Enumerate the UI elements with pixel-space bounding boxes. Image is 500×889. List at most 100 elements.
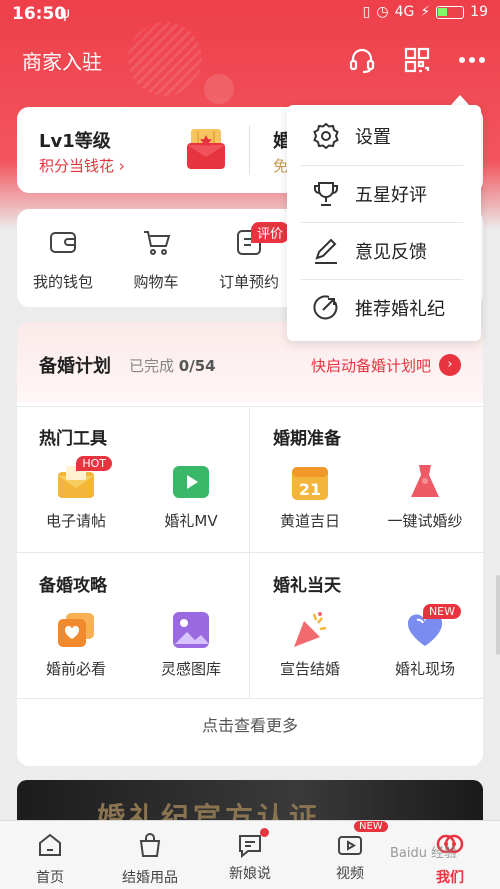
tab-video[interactable]: NEW 视频 xyxy=(310,821,390,883)
charging-icon: ⚡ xyxy=(420,4,431,20)
status-icons: ▯ ◷ 4G ⚡ 19 xyxy=(363,4,488,20)
tab-bride-talk[interactable]: 新娘说 xyxy=(210,828,290,883)
quick-cart[interactable]: 购物车 xyxy=(111,227,201,292)
wallet-icon xyxy=(50,232,76,253)
network-label: 4G xyxy=(394,4,415,20)
quick-label: 购物车 xyxy=(133,273,179,291)
home-icon xyxy=(39,833,61,856)
plan-progress-value: 0/54 xyxy=(178,357,216,375)
quick-label: 订单预约 xyxy=(218,273,279,291)
menu-item-recommend[interactable]: 推荐婚礼纪 xyxy=(287,279,481,337)
section-title: 婚期准备 xyxy=(273,429,341,449)
alarm-icon: ◷ xyxy=(376,4,389,20)
grid-divider xyxy=(17,406,483,407)
tool-label: 宣告结婚 xyxy=(279,660,340,678)
plan-cta[interactable]: 快启动备婚计划吧 › xyxy=(311,354,461,376)
bag-icon xyxy=(139,833,161,857)
chat-icon xyxy=(236,828,269,859)
tab-label: 新娘说 xyxy=(229,866,271,882)
tab-wedding-goods[interactable]: 结婚用品 xyxy=(110,831,190,887)
quick-label: 我的钱包 xyxy=(32,273,93,291)
qr-scan-icon[interactable] xyxy=(401,44,433,76)
menu-item-settings[interactable]: 设置 xyxy=(287,107,481,165)
merchant-join-link[interactable]: 商家入驻 xyxy=(22,46,102,75)
heart-icon: NEW xyxy=(405,604,461,650)
scroll-indicator xyxy=(496,575,500,655)
party-icon xyxy=(290,610,330,650)
gear-icon xyxy=(313,122,339,150)
tool-announce[interactable]: 宣告结婚 xyxy=(255,610,365,679)
share-icon xyxy=(313,295,338,320)
level-title: Lv1等级 xyxy=(39,131,111,152)
status-bar: 16:50 ψ ▯ ◷ 4G ⚡ 19 xyxy=(0,0,500,30)
menu-item-feedback[interactable]: 意见反馈 xyxy=(287,222,481,280)
menu-label: 五星好评 xyxy=(355,185,427,206)
quick-wallet[interactable]: 我的钱包 xyxy=(18,227,108,292)
tab-label: 视频 xyxy=(336,866,364,882)
tool-mv[interactable]: 婚礼MV xyxy=(136,462,246,531)
pencil-icon xyxy=(315,238,337,264)
menu-item-rate[interactable]: 五星好评 xyxy=(287,165,481,223)
wedding-plan-panel: 备婚计划 已完成 0/54 快启动备婚计划吧 › 热门工具 HOT 电子请帖 婚礼… xyxy=(17,322,483,766)
tool-dress[interactable]: 一键试婚纱 xyxy=(370,462,480,531)
battery-icon xyxy=(436,5,465,19)
tool-gallery[interactable]: 灵感图库 xyxy=(136,610,246,679)
menu-label: 推荐婚礼纪 xyxy=(355,299,445,320)
more-menu: 设置 五星好评 意见反馈 推荐婚礼纪 xyxy=(287,105,481,341)
headset-icon[interactable] xyxy=(346,44,378,76)
section-title: 备婚攻略 xyxy=(39,576,107,596)
red-envelope-icon xyxy=(187,129,225,169)
dress-icon xyxy=(405,462,445,502)
section-title: 婚礼当天 xyxy=(273,576,341,596)
tab-label: 我们 xyxy=(436,870,464,886)
tool-label: 婚礼现场 xyxy=(394,660,455,678)
decorative-dot xyxy=(204,74,234,104)
tool-label: 灵感图库 xyxy=(160,660,221,678)
wedding-sub: 免 xyxy=(273,157,289,175)
guide-icon xyxy=(56,610,96,650)
more-dots-icon[interactable] xyxy=(456,44,488,76)
tool-label: 婚礼MV xyxy=(164,512,218,530)
hot-tag: HOT xyxy=(76,456,112,471)
tab-label: 首页 xyxy=(36,870,64,886)
tool-label: 婚前必看 xyxy=(45,660,106,678)
tool-scene[interactable]: NEW 婚礼现场 xyxy=(370,604,480,679)
plan-cta-label: 快启动备婚计划吧 xyxy=(310,356,431,375)
battery-level: 19 xyxy=(470,4,488,20)
watermark: Baidu 经验 xyxy=(390,846,458,861)
eval-badge: 评价 xyxy=(251,222,290,243)
plan-progress: 已完成 0/54 xyxy=(129,357,216,375)
cart-icon xyxy=(144,231,171,255)
tool-label: 一键试婚纱 xyxy=(387,512,463,530)
grid-divider xyxy=(17,552,483,553)
svg-text:21: 21 xyxy=(299,480,321,499)
decorative-circle xyxy=(128,22,202,96)
new-tag: NEW xyxy=(422,604,461,619)
invitation-icon: HOT xyxy=(56,456,112,502)
tool-calendar[interactable]: 21 黄道吉日 xyxy=(255,462,365,531)
chevron-right-icon: › xyxy=(439,354,461,376)
video-icon xyxy=(171,462,211,502)
section-title: 热门工具 xyxy=(39,429,107,449)
usb-icon: ψ xyxy=(60,4,70,22)
view-more-link[interactable]: 点击查看更多 xyxy=(17,712,483,736)
menu-label: 意见反馈 xyxy=(355,242,427,263)
calendar-icon: 21 xyxy=(290,462,330,502)
points-link[interactable]: 积分当钱花 › xyxy=(39,155,125,176)
status-time: 16:50 xyxy=(12,4,67,24)
menu-label: 设置 xyxy=(355,127,391,148)
tab-home[interactable]: 首页 xyxy=(10,831,90,887)
unread-dot xyxy=(260,828,269,837)
tool-guide[interactable]: 婚前必看 xyxy=(21,610,131,679)
level-divider xyxy=(249,125,250,175)
vibrate-icon: ▯ xyxy=(362,4,371,20)
gallery-icon xyxy=(171,610,211,650)
tab-label: 结婚用品 xyxy=(122,870,178,886)
tool-invitation[interactable]: HOT 电子请帖 xyxy=(21,456,131,531)
trophy-icon xyxy=(314,182,338,206)
grid-divider xyxy=(249,406,250,698)
grid-divider xyxy=(17,698,483,699)
plan-title: 备婚计划 xyxy=(39,356,111,377)
new-tag: NEW xyxy=(354,821,388,832)
tool-label: 电子请帖 xyxy=(45,512,106,530)
